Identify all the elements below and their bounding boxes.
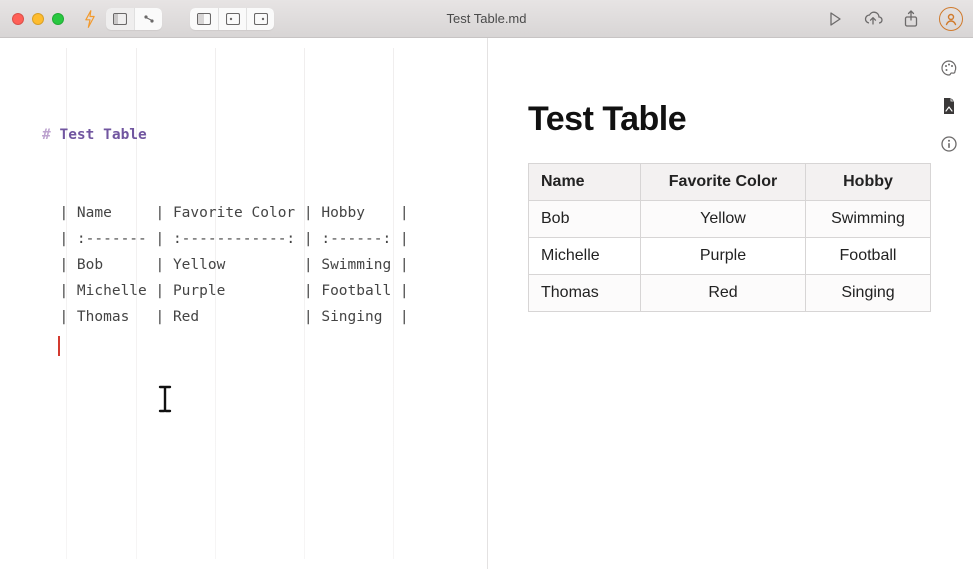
text-caret — [58, 336, 60, 356]
table-cell: Michelle — [529, 238, 641, 275]
table-cell: Football — [806, 238, 931, 275]
table-cell: Bob — [529, 201, 641, 238]
toolbar-left — [82, 8, 274, 30]
editor-text[interactable]: # Test Table | Name | Favorite Color | H… — [0, 38, 487, 569]
table-row: BobYellowSwimming — [529, 201, 931, 238]
layout-mode-group — [190, 8, 274, 30]
zoom-window-button[interactable] — [52, 13, 64, 25]
play-icon[interactable] — [825, 9, 845, 29]
table-header: Favorite Color — [641, 164, 806, 201]
table-cell: Swimming — [806, 201, 931, 238]
table-cell: Red — [641, 275, 806, 312]
user-avatar[interactable] — [939, 7, 963, 31]
sidebar-toggle-group — [106, 8, 162, 30]
table-cell: Purple — [641, 238, 806, 275]
table-header: Hobby — [806, 164, 931, 201]
table-header: Name — [529, 164, 641, 201]
share-icon[interactable] — [901, 9, 921, 29]
preview-heading: Test Table — [528, 100, 931, 139]
preview-table: NameFavorite ColorHobby BobYellowSwimmin… — [528, 163, 931, 312]
layout-split-button[interactable] — [218, 8, 246, 30]
minimize-window-button[interactable] — [32, 13, 44, 25]
palette-icon[interactable] — [939, 58, 959, 78]
bolt-icon[interactable] — [82, 8, 98, 30]
cloud-upload-icon[interactable] — [863, 9, 883, 29]
close-window-button[interactable] — [12, 13, 24, 25]
inspector-rail — [937, 58, 961, 154]
layout-preview-only-button[interactable] — [246, 8, 274, 30]
title-bar: Test Table.md — [0, 0, 973, 38]
toolbar-right — [825, 0, 963, 38]
pdf-icon[interactable] — [939, 96, 959, 116]
table-row: ThomasRedSinging — [529, 275, 931, 312]
table-cell: Thomas — [529, 275, 641, 312]
window-controls — [12, 13, 64, 25]
table-cell: Yellow — [641, 201, 806, 238]
toggle-left-sidebar-button[interactable] — [106, 8, 134, 30]
table-row: MichellePurpleFootball — [529, 238, 931, 275]
main-area: # Test Table | Name | Favorite Color | H… — [0, 38, 973, 569]
editor-pane[interactable]: # Test Table | Name | Favorite Color | H… — [0, 38, 488, 569]
info-icon[interactable] — [939, 134, 959, 154]
table-cell: Singing — [806, 275, 931, 312]
preview-pane: Test Table NameFavorite ColorHobby BobYe… — [488, 38, 973, 569]
layout-editor-only-button[interactable] — [190, 8, 218, 30]
toggle-related-button[interactable] — [134, 8, 162, 30]
